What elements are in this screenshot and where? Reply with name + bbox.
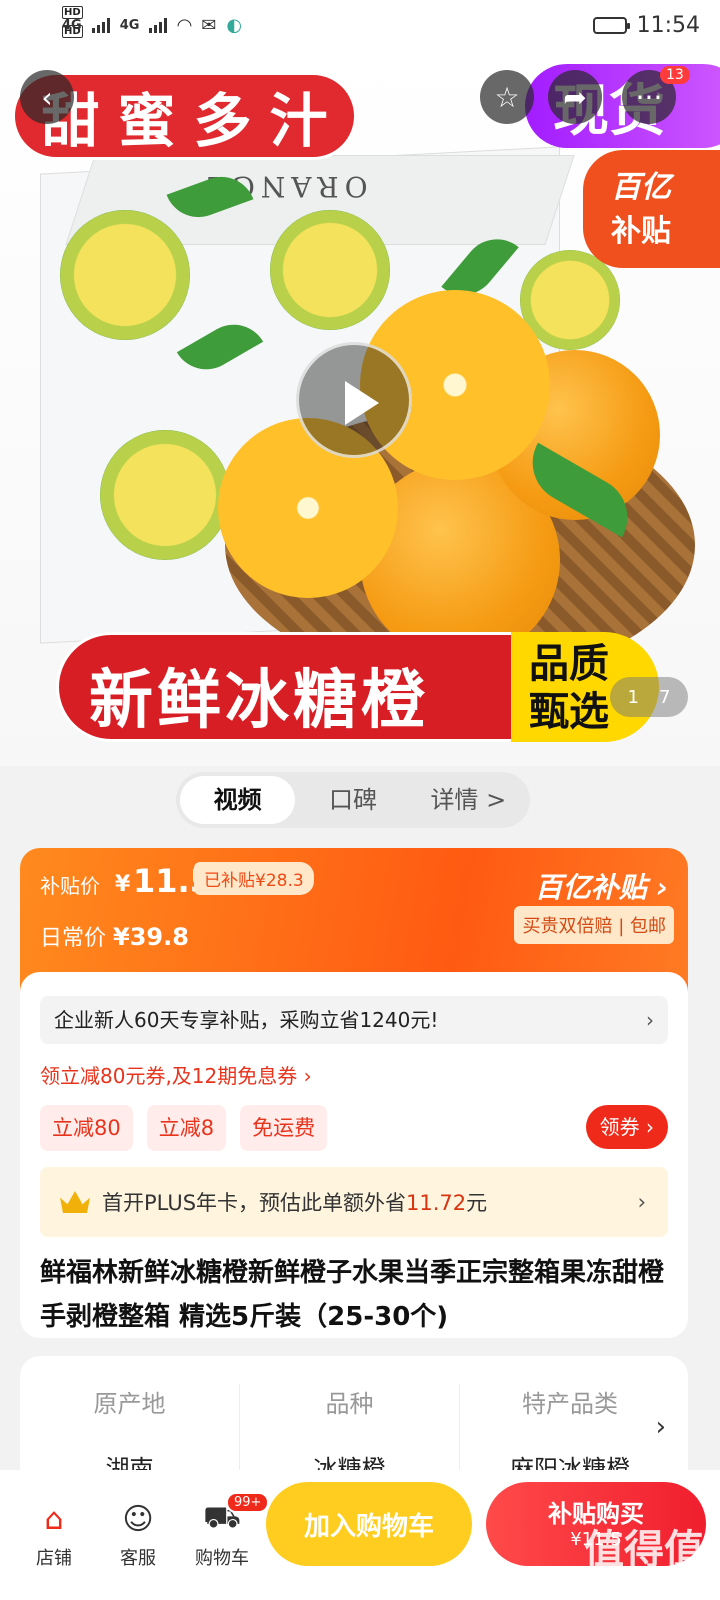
product-info-card: 企业新人60天专享补贴，采购立省1240元! › 领立减80元券,及12期免息券… <box>20 972 688 1338</box>
lime-slice <box>100 430 230 560</box>
signal-icon <box>91 17 110 33</box>
coupon-chips: 立减80 立减8 免运费 领券 › <box>40 1105 668 1151</box>
lime-slice <box>60 210 190 340</box>
battery-icon <box>592 16 630 34</box>
signal-icon-2 <box>149 17 168 33</box>
chip-free-shipping[interactable]: 免运费 <box>240 1105 328 1151</box>
subsidy-tag: 百亿 补贴 <box>583 150 720 268</box>
hd-indicator: HD HD <box>62 6 83 38</box>
app-icon: ◐ <box>226 14 243 36</box>
wifi-icon: ◠ <box>177 14 192 36</box>
back-button[interactable]: ‹ <box>20 70 74 124</box>
lime-slice <box>270 210 390 330</box>
chevron-right-icon[interactable]: › <box>656 1412 666 1442</box>
play-video-icon[interactable] <box>296 342 412 458</box>
chevron-right-icon: › <box>646 1008 654 1032</box>
chip-discount-8[interactable]: 立减8 <box>146 1105 227 1151</box>
get-coupon-button[interactable]: 领券 › <box>585 1105 668 1149</box>
watermark-logo: 值得值 zhizhizhi.com <box>556 1527 704 1594</box>
subsidy-price-label: 补贴价 <box>40 874 100 898</box>
product-hero-image[interactable]: ORANGE 甜蜜多汁 现货 百亿 补贴 新鲜冰糖橙 品质 甄选 1 7 <box>0 50 720 766</box>
chevron-right-icon: › <box>637 1190 646 1214</box>
guarantee-label: 买贵双倍赔 | 包邮 <box>514 906 674 944</box>
plus-membership-bar[interactable]: 首开PLUS年卡，预估此单额外省11.72元 › <box>40 1167 668 1237</box>
status-right: 11:54 <box>592 12 700 38</box>
tab-video[interactable]: 视频 <box>180 776 296 824</box>
mail-icon: ✉ <box>201 14 217 36</box>
coupon-link[interactable]: 领立减80元券,及12期免息券 › <box>40 1060 668 1089</box>
message-count-badge: 13 <box>660 66 690 84</box>
favorite-button[interactable]: ☆ <box>480 70 534 124</box>
share-icon: ➦ <box>563 80 587 114</box>
add-to-cart-button[interactable]: 加入购物车 <box>266 1482 472 1566</box>
saved-amount-badge: 已补贴¥28.3 <box>194 862 314 895</box>
tab-details[interactable]: 详情 > <box>411 776 526 824</box>
network-4g-2: 4G <box>119 17 140 33</box>
clock: 11:54 <box>636 12 700 38</box>
product-banner: 新鲜冰糖橙 品质 甄选 <box>56 632 659 742</box>
daily-price: 日常价 ¥39.8 <box>40 923 189 951</box>
star-icon: ☆ <box>494 80 520 114</box>
crown-icon <box>60 1191 90 1213</box>
status-bar: 4G 4G ◠ ✉ ◐ 11:54 <box>0 0 720 50</box>
content-tabs: 视频 口碑 详情 > <box>176 772 530 828</box>
enterprise-notice[interactable]: 企业新人60天专享补贴，采购立省1240元! › <box>40 996 668 1044</box>
status-left: 4G 4G ◠ ✉ ◐ <box>62 15 242 36</box>
image-pager: 1 7 <box>610 677 688 717</box>
brand-subsidy-logo[interactable]: 百亿补贴 › <box>535 866 668 906</box>
chevron-left-icon: ‹ <box>41 80 53 114</box>
more-icon: ··· <box>635 80 663 114</box>
chip-discount-80[interactable]: 立减80 <box>40 1105 133 1151</box>
tab-reviews[interactable]: 口碑 <box>295 776 410 824</box>
cart-button[interactable]: ⛟ 99+ 购物车 <box>180 1492 270 1570</box>
share-button[interactable]: ➦ <box>548 70 602 124</box>
cart-badge: 99+ <box>226 1492 270 1513</box>
chat-icon: ☺ <box>122 1501 154 1537</box>
product-title: 鲜福林新鲜冰糖橙新鲜橙子水果当季正宗整箱果冻甜橙手剥橙整箱 精选5斤装（25-3… <box>40 1258 665 1332</box>
chevron-right-icon: › <box>656 871 668 904</box>
shop-button[interactable]: ⌂ 店铺 <box>12 1500 96 1570</box>
customer-service-button[interactable]: ☺ 客服 <box>96 1500 180 1570</box>
shop-icon: ⌂ <box>44 1501 64 1537</box>
currency-symbol: ¥ <box>115 872 131 897</box>
